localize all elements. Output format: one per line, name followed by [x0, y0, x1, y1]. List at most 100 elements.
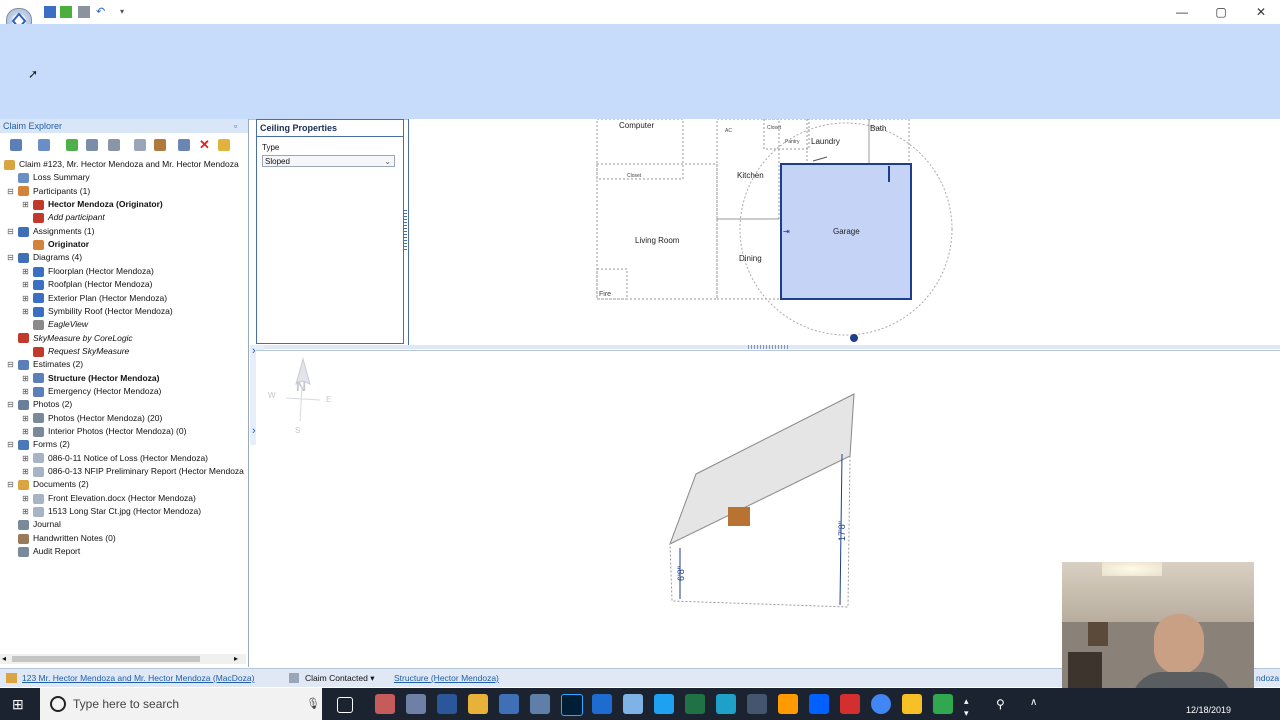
people-icon[interactable]: ⚲ — [996, 697, 1005, 711]
tree-expand-icon[interactable]: ⊞ — [21, 267, 30, 276]
tree-item[interactable]: 1513 Long Star Ct.jpg (Hector Mendoza) — [33, 505, 201, 518]
delete-icon[interactable]: ✕ — [199, 138, 211, 151]
undo-icon[interactable]: ↶ — [96, 6, 108, 18]
tree-item[interactable]: Participants (1) — [18, 185, 90, 198]
scroll-thumb[interactable] — [12, 656, 200, 662]
edge-icon[interactable] — [592, 694, 612, 714]
tree-item[interactable]: Floorplan (Hector Mendoza) — [33, 265, 154, 278]
tree-collapse-icon[interactable]: ⊟ — [6, 360, 15, 369]
task-view-icon[interactable] — [337, 697, 353, 713]
microphone-icon[interactable]: 🎙 — [306, 688, 320, 720]
chrome-icon[interactable] — [871, 694, 891, 714]
tree-item[interactable]: Photos (2) — [18, 398, 72, 411]
tree-expand-icon[interactable]: ⊞ — [21, 507, 30, 516]
app-icon-5[interactable] — [716, 694, 736, 714]
tree-item[interactable]: Exterior Plan (Hector Mendoza) — [33, 292, 167, 305]
tree-collapse-icon[interactable]: ⊟ — [6, 227, 15, 236]
export-icon[interactable] — [108, 139, 120, 151]
claim-status-dropdown[interactable]: Claim Contacted ▾ — [305, 669, 375, 687]
acrobat-icon[interactable] — [840, 694, 860, 714]
rotate-handle-icon[interactable] — [850, 334, 858, 342]
app-icon-6[interactable] — [902, 694, 922, 714]
folder-icon[interactable] — [218, 139, 230, 151]
view-splitter[interactable] — [256, 345, 1280, 349]
sync-app-icon[interactable] — [933, 694, 953, 714]
tree-expand-icon[interactable]: ⊞ — [21, 294, 30, 303]
floorplan-view[interactable]: Computer Closet AC Closet Pantry Laundry… — [408, 118, 1280, 345]
tree-item[interactable]: Loss Summary — [18, 171, 90, 184]
tree-item[interactable]: Diagrams (4) — [18, 251, 82, 264]
scroll-left-icon[interactable]: ◂ — [2, 654, 6, 663]
minimize-button[interactable]: — — [1168, 4, 1196, 20]
tree-expand-icon[interactable]: ⊞ — [21, 494, 30, 503]
tree-expand-icon[interactable]: ⊞ — [21, 200, 30, 209]
tree-item[interactable]: Audit Report — [18, 545, 80, 558]
tree-item[interactable]: Documents (2) — [18, 478, 89, 491]
splitter-handle[interactable] — [403, 210, 407, 250]
layout-icon[interactable] — [178, 139, 190, 151]
file-explorer-icon[interactable] — [468, 694, 488, 714]
app-icon-1[interactable] — [375, 694, 395, 714]
taskbar-search-box[interactable]: Type here to search 🎙 — [40, 688, 322, 720]
tray-chevron-up-icon[interactable]: ∧ — [1030, 697, 1037, 708]
type-select[interactable]: Sloped ⌄ — [262, 155, 395, 167]
symbility-icon[interactable] — [747, 694, 767, 714]
app-icon-2[interactable] — [406, 694, 426, 714]
edit-icon[interactable] — [10, 139, 22, 151]
customize-dropdown-icon[interactable]: ▾ — [120, 6, 132, 18]
assign-icon[interactable] — [154, 139, 166, 151]
tree-item[interactable]: Request SkyMeasure — [33, 345, 129, 358]
claim-root[interactable]: Claim #123, Mr. Hector Mendoza and Mr. H… — [4, 158, 239, 171]
tree-item[interactable]: Roofplan (Hector Mendoza) — [33, 278, 152, 291]
tree-expand-icon[interactable]: ⊞ — [21, 454, 30, 463]
excel-icon[interactable] — [685, 694, 705, 714]
taskbar-scroll-up-icon[interactable]: ▴ — [964, 696, 969, 707]
save-icon[interactable] — [44, 6, 56, 18]
tree-item[interactable]: Photos (Hector Mendoza) (20) — [33, 412, 162, 425]
scroll-right-icon[interactable]: ▸ — [234, 654, 238, 663]
tree-expand-icon[interactable]: ⊞ — [21, 280, 30, 289]
tree-item[interactable]: Hector Mendoza (Originator) — [33, 198, 163, 211]
tree-item[interactable]: Estimates (2) — [18, 358, 83, 371]
app-icon-4[interactable] — [623, 694, 643, 714]
tree-item[interactable]: 086-0-13 NFIP Preliminary Report (Hector… — [33, 465, 244, 478]
photoshop-icon[interactable] — [561, 694, 583, 716]
roof-plane[interactable] — [669, 393, 855, 545]
tree-collapse-icon[interactable]: ⊟ — [6, 187, 15, 196]
open-icon[interactable] — [38, 139, 50, 151]
tree-expand-icon[interactable]: ⊞ — [21, 427, 30, 436]
taskbar-scroll-down-icon[interactable]: ▾ — [964, 708, 969, 719]
close-button[interactable]: ✕ — [1247, 4, 1275, 20]
tree-expand-icon[interactable]: ⊞ — [21, 387, 30, 396]
taskbar-date[interactable]: 12/18/2019 — [1186, 705, 1231, 715]
claim-link[interactable]: 123 Mr. Hector Mendoza and Mr. Hector Me… — [22, 669, 254, 687]
internet-explorer-icon[interactable] — [654, 694, 674, 714]
tree-item[interactable]: Add participant — [33, 211, 105, 224]
tree-item[interactable]: 086-0-11 Notice of Loss (Hector Mendoza) — [33, 452, 208, 465]
pin-icon[interactable]: ▫ — [234, 119, 237, 133]
sync-icon[interactable] — [66, 139, 78, 151]
horizontal-scrollbar[interactable]: ◂ ▸ — [0, 654, 246, 664]
maximize-button[interactable]: ▢ — [1207, 4, 1235, 20]
tree-expand-icon[interactable]: ⊞ — [21, 307, 30, 316]
estimate-link[interactable]: Structure (Hector Mendoza) — [394, 669, 499, 687]
document-icon[interactable] — [134, 139, 146, 151]
tree-item[interactable]: EagleView — [33, 318, 88, 331]
tree-expand-icon[interactable]: ⊞ — [21, 374, 30, 383]
app-icon-3[interactable] — [530, 694, 550, 714]
tree-collapse-icon[interactable]: ⊟ — [6, 400, 15, 409]
tree-collapse-icon[interactable]: ⊟ — [6, 440, 15, 449]
tree-item[interactable]: Assignments (1) — [18, 225, 94, 238]
illustrator-icon[interactable] — [778, 694, 798, 714]
store-icon[interactable] — [499, 694, 519, 714]
tree-item[interactable]: Originator — [33, 238, 89, 251]
refresh-icon[interactable] — [60, 6, 72, 18]
print-icon[interactable] — [78, 6, 90, 18]
word-icon[interactable] — [437, 694, 457, 714]
tree-item[interactable]: Symbility Roof (Hector Mendoza) — [33, 305, 173, 318]
windows-start-icon[interactable]: ⊞ — [12, 696, 24, 713]
tree-item[interactable]: Structure (Hector Mendoza) — [33, 372, 159, 385]
tree-item[interactable]: Interior Photos (Hector Mendoza) (0) — [33, 425, 186, 438]
tree-collapse-icon[interactable]: ⊟ — [6, 480, 15, 489]
tree-expand-icon[interactable]: ⊞ — [21, 414, 30, 423]
